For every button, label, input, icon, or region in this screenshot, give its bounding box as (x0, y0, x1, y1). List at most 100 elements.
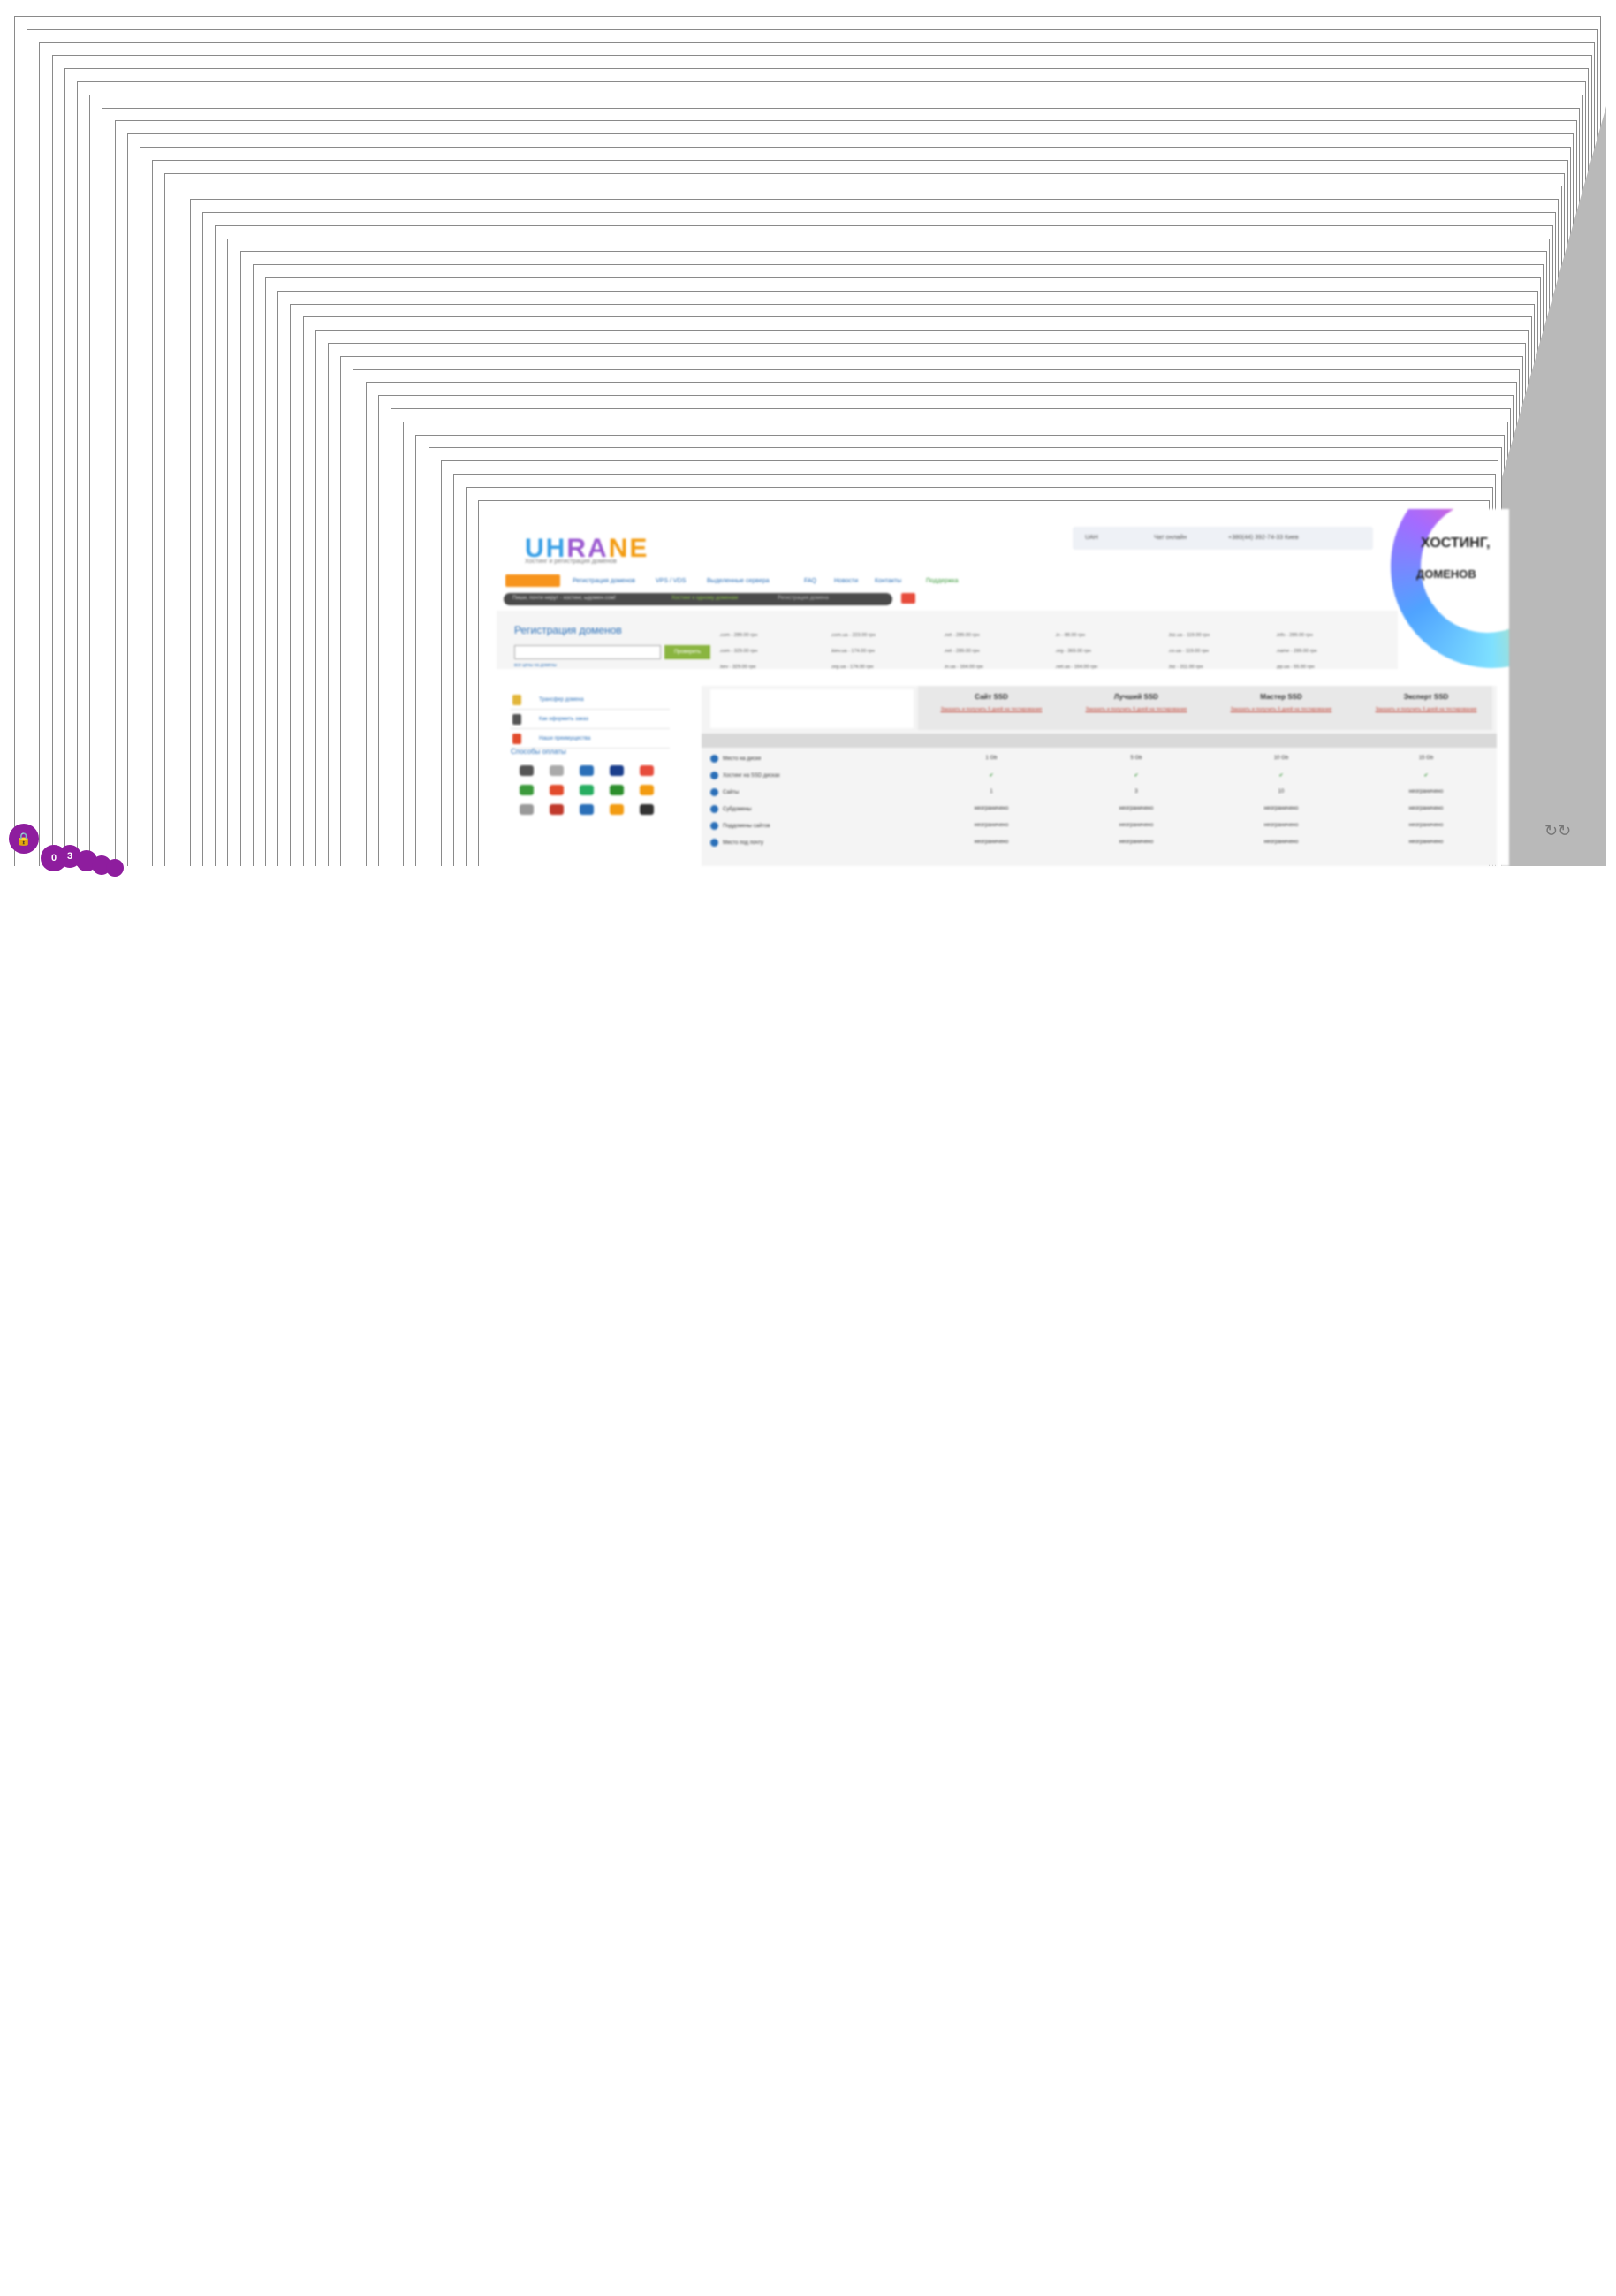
domain-price[interactable]: .biz - 311.00 грн (1168, 665, 1203, 670)
nav-news[interactable]: Новости (834, 578, 858, 584)
domain-price[interactable]: .in.ua - 164.00 грн (944, 665, 983, 670)
domain-price[interactable]: .net.ua - 164.00 грн (1055, 665, 1097, 670)
table-row: Хостинг на SSD дисках ✔ ✔ ✔ ✔ (710, 770, 1488, 784)
table-row: Субдомены неограничено неограничено неогран… (710, 803, 1488, 817)
payment-method-icon (550, 785, 564, 795)
advantages-icon (512, 734, 521, 744)
payment-method-icon (520, 765, 534, 776)
domain-search-panel (497, 611, 1398, 669)
plan-cell: ✔ (1134, 773, 1139, 779)
plan-order-link[interactable]: Заказать и получить 5 дней на тестирован… (1355, 707, 1497, 712)
promo-link-domain[interactable]: Регистрация домена (778, 596, 829, 601)
domain-price[interactable]: .pp.ua - 55.00 грн (1276, 665, 1315, 670)
domain-price[interactable]: .kev - 329.00 грн (719, 665, 755, 670)
domain-price[interactable]: .com - 329.00 грн (719, 649, 757, 654)
payment-method-icon (520, 785, 534, 795)
domain-price[interactable]: .kiev.ua - 174.00 грн (831, 649, 875, 654)
nav-vps[interactable]: VPS / VDS (656, 578, 686, 584)
payment-method-icon (580, 804, 594, 815)
domain-price[interactable]: .com - 289.00 грн (719, 633, 757, 638)
domain-price[interactable]: .org - 369.00 грн (1055, 649, 1091, 654)
plan-cell: 10 Gb (1273, 756, 1289, 761)
plan-name: Лучший SSD (1114, 693, 1158, 701)
plan-name: Мастер SSD (1260, 693, 1302, 701)
domain-price[interactable]: .name - 289.00 грн (1276, 649, 1317, 654)
refresh-icons: ↻↻ (1544, 822, 1572, 840)
plan-cell: 1 Gb (985, 756, 998, 761)
currency-select[interactable]: UAH (1085, 535, 1098, 541)
plan-name: Сайт SSD (975, 693, 1008, 701)
plan-cell: неограничено (974, 823, 1009, 828)
payment-method-icon (520, 804, 534, 815)
promo-bar: Пиши, почти нерут - хостинг, ыдомен.сом!… (504, 593, 892, 605)
info-icon[interactable] (710, 805, 718, 813)
info-icon[interactable] (710, 772, 718, 779)
nav-dedicated[interactable]: Выделенные сервера (707, 578, 770, 584)
table-row: Место на диске 1 Gb 5 Gb 10 Gb 15 Gb (710, 753, 1488, 767)
plan-cell: ✔ (989, 773, 994, 779)
table-row: Место под почту неограничено неограничено н… (710, 837, 1488, 851)
plan-cell: 1 (990, 789, 993, 794)
chat-link[interactable]: Чат онлайн (1154, 535, 1187, 541)
plan-cell: неограничено (1119, 823, 1154, 828)
domain-search-title: Регистрация доменов (514, 624, 622, 636)
payment-method-icon (640, 765, 654, 776)
plan-cell: неограничено (1119, 840, 1154, 845)
order-icon (512, 714, 521, 725)
nav-domains[interactable]: Регистрация доменов (573, 578, 635, 584)
domain-price[interactable]: .in - 88.00 грн (1055, 633, 1085, 638)
plan-order-link[interactable]: Заказать и получить 5 дней на тестирован… (921, 707, 1062, 712)
row-label: Субдомены (723, 807, 752, 812)
info-icon[interactable] (710, 755, 718, 763)
banner-subtitle: ДОМЕНОВ (1416, 567, 1476, 581)
sidebar-item-transfer[interactable]: Трансфер домена (511, 693, 670, 710)
nav-home[interactable] (505, 574, 560, 587)
promo-link-hosting[interactable]: Хостинг к одному доменам (671, 596, 738, 601)
plan-cell: неограничено (1408, 806, 1444, 811)
promo-badge (901, 593, 915, 604)
domain-price[interactable]: .biz.ua - 119.00 грн (1168, 633, 1210, 638)
all-domain-prices-link[interactable]: все цены на домены (514, 663, 557, 668)
row-label: Поддомены сайтов (723, 824, 770, 829)
plan-order-link[interactable]: Заказать и получить 5 дней на тестирован… (1066, 707, 1207, 712)
domain-price[interactable]: .com.ua - 223.00 грн (831, 633, 876, 638)
stack-badge (106, 859, 124, 877)
plan-cell: ✔ (1278, 773, 1284, 779)
nav-support[interactable]: Поддержка (926, 578, 959, 584)
domain-price[interactable]: .net - 289.00 грн (944, 633, 980, 638)
domain-price[interactable]: .info - 289.00 грн (1276, 633, 1313, 638)
plan-cell: ✔ (1423, 773, 1429, 779)
plan-cell: 5 Gb (1130, 756, 1142, 761)
transfer-icon (512, 695, 521, 705)
domain-price[interactable]: .org.ua - 174.00 грн (831, 665, 873, 670)
payment-method-icon (580, 765, 594, 776)
domain-price[interactable]: .co.ua - 119.00 грн (1168, 649, 1209, 654)
sidebar-item-advantages[interactable]: Наши преимущества (511, 732, 670, 749)
payment-method-icon (580, 785, 594, 795)
nav-faq[interactable]: FAQ (804, 578, 816, 584)
domain-search-input[interactable] (514, 645, 661, 659)
logo-subtitle: Хостинг и регистрация доменов (525, 559, 617, 565)
domain-price[interactable]: .net - 289.00 грн (944, 649, 980, 654)
plan-cell: неограничено (1263, 840, 1299, 845)
plan-cell: неограничено (1119, 806, 1154, 811)
plan-cell: неограничено (974, 806, 1009, 811)
info-icon[interactable] (710, 822, 718, 830)
plan-cell: 15 Gb (1418, 756, 1434, 761)
plan-cell: неограничено (1263, 823, 1299, 828)
table-row: Поддомены сайтов неограничено неограничено… (710, 820, 1488, 834)
nav-contacts[interactable]: Контакты (875, 578, 901, 584)
info-icon[interactable] (710, 788, 718, 796)
payment-method-icon (640, 804, 654, 815)
domain-check-button[interactable]: Проверить (664, 645, 710, 659)
banner-title: ХОСТИНГ, (1421, 536, 1491, 551)
plan-order-link[interactable]: Заказать и получить 5 дней на тестирован… (1210, 707, 1352, 712)
info-icon[interactable] (710, 839, 718, 847)
row-label: Место под почту (723, 840, 764, 846)
plan-cell: неограничено (1408, 840, 1444, 845)
table-row: Сайты 1 3 10 неограничено (710, 787, 1488, 801)
top-bar: UAH Чат онлайн +380(44) 392-74-33 Киев (1073, 527, 1373, 550)
sidebar-item-order[interactable]: Как оформить заказ (511, 712, 670, 729)
phone-number[interactable]: +380(44) 392-74-33 Киев (1228, 535, 1299, 541)
lock-badge-icon[interactable]: 🔒 (9, 824, 39, 854)
